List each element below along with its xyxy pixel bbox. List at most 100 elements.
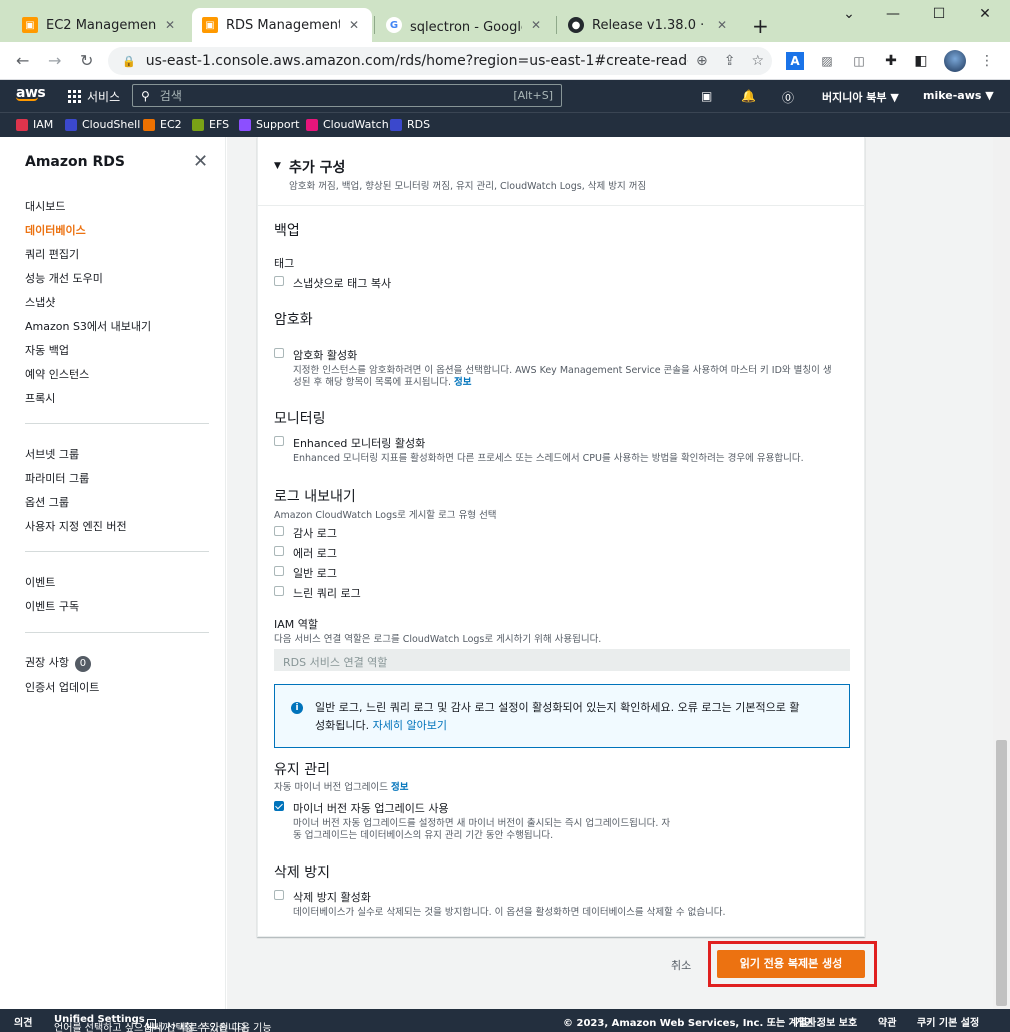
iam-role-label: IAM 역할: [274, 618, 318, 631]
share-icon[interactable]: ⇪: [724, 53, 736, 69]
minimize-button[interactable]: —: [870, 6, 916, 22]
browser-tab-github[interactable]: ● Release v1.38.0 · sqle ✕: [558, 8, 740, 42]
side-panel-icon[interactable]: ◧: [912, 52, 930, 70]
enhanced-monitoring-option[interactable]: Enhanced 모니터링 활성화 Enhanced 모니터링 지표를 활성화하…: [274, 435, 804, 465]
back-icon[interactable]: ←: [16, 51, 29, 70]
browser-tab-ec2[interactable]: ▣ EC2 Management Co ✕: [12, 8, 188, 42]
close-tab-icon[interactable]: ✕: [714, 18, 730, 32]
log-option-error[interactable]: 에러 로그: [274, 545, 337, 561]
sidebar-item-proxies[interactable]: 프록시: [25, 390, 55, 406]
maintenance-info-link[interactable]: 정보: [391, 782, 408, 793]
efs-service-icon: [192, 118, 204, 131]
enhanced-monitoring-checkbox[interactable]: [274, 436, 284, 446]
audit-log-checkbox[interactable]: [274, 526, 284, 536]
sidebar-item-recommendations[interactable]: 권장 사항 0: [25, 654, 91, 672]
favorite-ec2[interactable]: EC2: [143, 118, 182, 131]
scrollbar-thumb[interactable]: [996, 740, 1007, 1006]
enable-encryption-checkbox[interactable]: [274, 348, 284, 358]
browser-tab-rds[interactable]: ▣ RDS Management Co ✕: [192, 8, 372, 42]
extensions-puzzle-icon[interactable]: ✚: [882, 52, 900, 70]
reload-icon[interactable]: ↻: [80, 51, 93, 70]
rds-service-icon: [390, 118, 402, 131]
favorite-rds[interactable]: RDS: [390, 118, 430, 131]
sidebar-item-events[interactable]: 이벤트: [25, 574, 55, 590]
error-log-checkbox[interactable]: [274, 546, 284, 556]
caret-down-icon[interactable]: ▼: [274, 161, 281, 171]
favorite-efs[interactable]: EFS: [192, 118, 229, 131]
close-window-button[interactable]: ✕: [962, 6, 1008, 22]
account-menu[interactable]: mike-aws ▼: [923, 89, 994, 102]
favorite-cloudwatch[interactable]: CloudWatch: [306, 118, 389, 131]
close-tab-icon[interactable]: ✕: [528, 18, 544, 32]
favorite-cloudshell[interactable]: CloudShell: [65, 118, 140, 131]
browser-toolbar: ← → ↻ 🔒 us-east-1.console.aws.amazon.com…: [0, 42, 1010, 80]
services-menu-button[interactable]: 서비스: [68, 88, 120, 105]
console-search-input[interactable]: ⚲ 검색 [Alt+S]: [132, 84, 562, 107]
zoom-icon[interactable]: ⊕: [696, 53, 708, 69]
close-tab-icon[interactable]: ✕: [162, 18, 178, 32]
help-icon[interactable]: ⓪: [782, 89, 794, 106]
sidebar-item-performance-insights[interactable]: 성능 개선 도우미: [25, 270, 103, 286]
more-menu-icon[interactable]: ⋮: [978, 52, 996, 70]
google-icon: G: [386, 17, 402, 33]
create-read-replica-button[interactable]: 읽기 전용 복제본 생성: [717, 950, 865, 978]
translate-extension-icon[interactable]: A: [786, 52, 804, 70]
deletion-protection-option[interactable]: 삭제 방지 활성화 데이터베이스가 실수로 삭제되는 것을 방지합니다. 이 옵…: [274, 889, 726, 919]
encryption-description-line1: 지정한 인스턴스를 암호화하려면 이 옵션을 선택합니다. AWS Key Ma…: [293, 365, 832, 376]
extension-icon[interactable]: ▨: [818, 52, 836, 70]
profile-avatar[interactable]: [944, 50, 966, 72]
bookmark-star-icon[interactable]: ☆: [751, 53, 764, 69]
extension-icon[interactable]: ◫: [850, 52, 868, 70]
sidebar-item-dashboard[interactable]: 대시보드: [25, 198, 65, 214]
auto-minor-upgrade-option[interactable]: 마이너 버전 자동 업그레이드 사용 마이너 버전 자동 업그레이드를 설정하면…: [274, 800, 670, 842]
maximize-button[interactable]: ☐: [916, 6, 962, 22]
feedback-link[interactable]: 의견: [14, 1014, 32, 1029]
sidebar-item-databases[interactable]: 데이터베이스: [25, 222, 86, 238]
browser-tab-google[interactable]: G sqlectron - Google 검 ✕: [376, 8, 554, 42]
sidebar-item-snapshots[interactable]: 스냅샷: [25, 294, 55, 310]
sidebar-item-event-subscriptions[interactable]: 이벤트 구독: [25, 598, 79, 614]
log-option-audit[interactable]: 감사 로그: [274, 525, 337, 541]
tab-title: RDS Management Co: [226, 17, 340, 33]
cancel-button[interactable]: 취소: [671, 957, 691, 973]
sidebar-item-automated-backups[interactable]: 자동 백업: [25, 342, 69, 358]
favorite-iam[interactable]: IAM: [16, 118, 53, 131]
learn-more-link[interactable]: 자세히 알아보기: [373, 719, 447, 732]
sidebar-item-s3-exports[interactable]: Amazon S3에서 내보내기: [25, 318, 151, 334]
new-tab-button[interactable]: +: [752, 14, 769, 38]
forward-icon[interactable]: →: [48, 51, 61, 70]
privacy-link[interactable]: 개인 정보 보호: [795, 1014, 857, 1029]
sidebar-item-reserved-instances[interactable]: 예약 인스턴스: [25, 366, 89, 382]
encryption-option[interactable]: 암호화 활성화 지정한 인스턴스를 암호화하려면 이 옵션을 선택합니다. AW…: [274, 347, 832, 389]
tab-search-icon[interactable]: ⌄: [826, 6, 872, 22]
sidebar-item-option-groups[interactable]: 옵션 그룹: [25, 494, 69, 510]
sidebar-item-query-editor[interactable]: 쿼리 편집기: [25, 246, 79, 262]
cloudshell-icon[interactable]: ▣: [701, 89, 712, 103]
general-log-checkbox[interactable]: [274, 566, 284, 576]
page-scrollbar[interactable]: [993, 137, 1010, 1009]
close-tab-icon[interactable]: ✕: [346, 18, 362, 32]
aws-logo[interactable]: aws: [16, 85, 46, 101]
tab-title: EC2 Management Co: [46, 17, 156, 33]
sidebar-item-certificate-update[interactable]: 인증서 업데이트: [25, 679, 99, 695]
close-icon[interactable]: ✕: [193, 151, 208, 172]
notifications-bell-icon[interactable]: 🔔: [741, 89, 756, 103]
sidebar-item-custom-engine-versions[interactable]: 사용자 지정 엔진 버전: [25, 518, 127, 534]
panel-header[interactable]: ▼ 추가 구성 암호화 꺼짐, 백업, 향상된 모니터링 꺼짐, 유지 관리, …: [258, 137, 864, 206]
copy-tags-option[interactable]: 스냅샷으로 태그 복사: [274, 275, 391, 291]
address-bar[interactable]: 🔒 us-east-1.console.aws.amazon.com/rds/h…: [108, 47, 772, 75]
region-selector[interactable]: 버지니아 북부 ▼: [822, 89, 899, 105]
copy-tags-checkbox[interactable]: [274, 276, 284, 286]
sidebar-item-parameter-groups[interactable]: 파라미터 그룹: [25, 470, 89, 486]
terms-link[interactable]: 약관: [878, 1014, 896, 1029]
log-option-slow-query[interactable]: 느린 쿼리 로그: [274, 585, 361, 601]
additional-configuration-panel: ▼ 추가 구성 암호화 꺼짐, 백업, 향상된 모니터링 꺼짐, 유지 관리, …: [257, 137, 865, 937]
cookie-preferences-link[interactable]: 쿠키 기본 설정: [917, 1014, 979, 1029]
sidebar-item-subnet-groups[interactable]: 서브넷 그룹: [25, 446, 79, 462]
favorite-support[interactable]: Support: [239, 118, 299, 131]
log-option-general[interactable]: 일반 로그: [274, 565, 337, 581]
slow-query-log-checkbox[interactable]: [274, 586, 284, 596]
encryption-info-link[interactable]: 정보: [454, 377, 471, 388]
deletion-protection-checkbox[interactable]: [274, 890, 284, 900]
auto-minor-upgrade-checkbox[interactable]: [274, 801, 284, 811]
